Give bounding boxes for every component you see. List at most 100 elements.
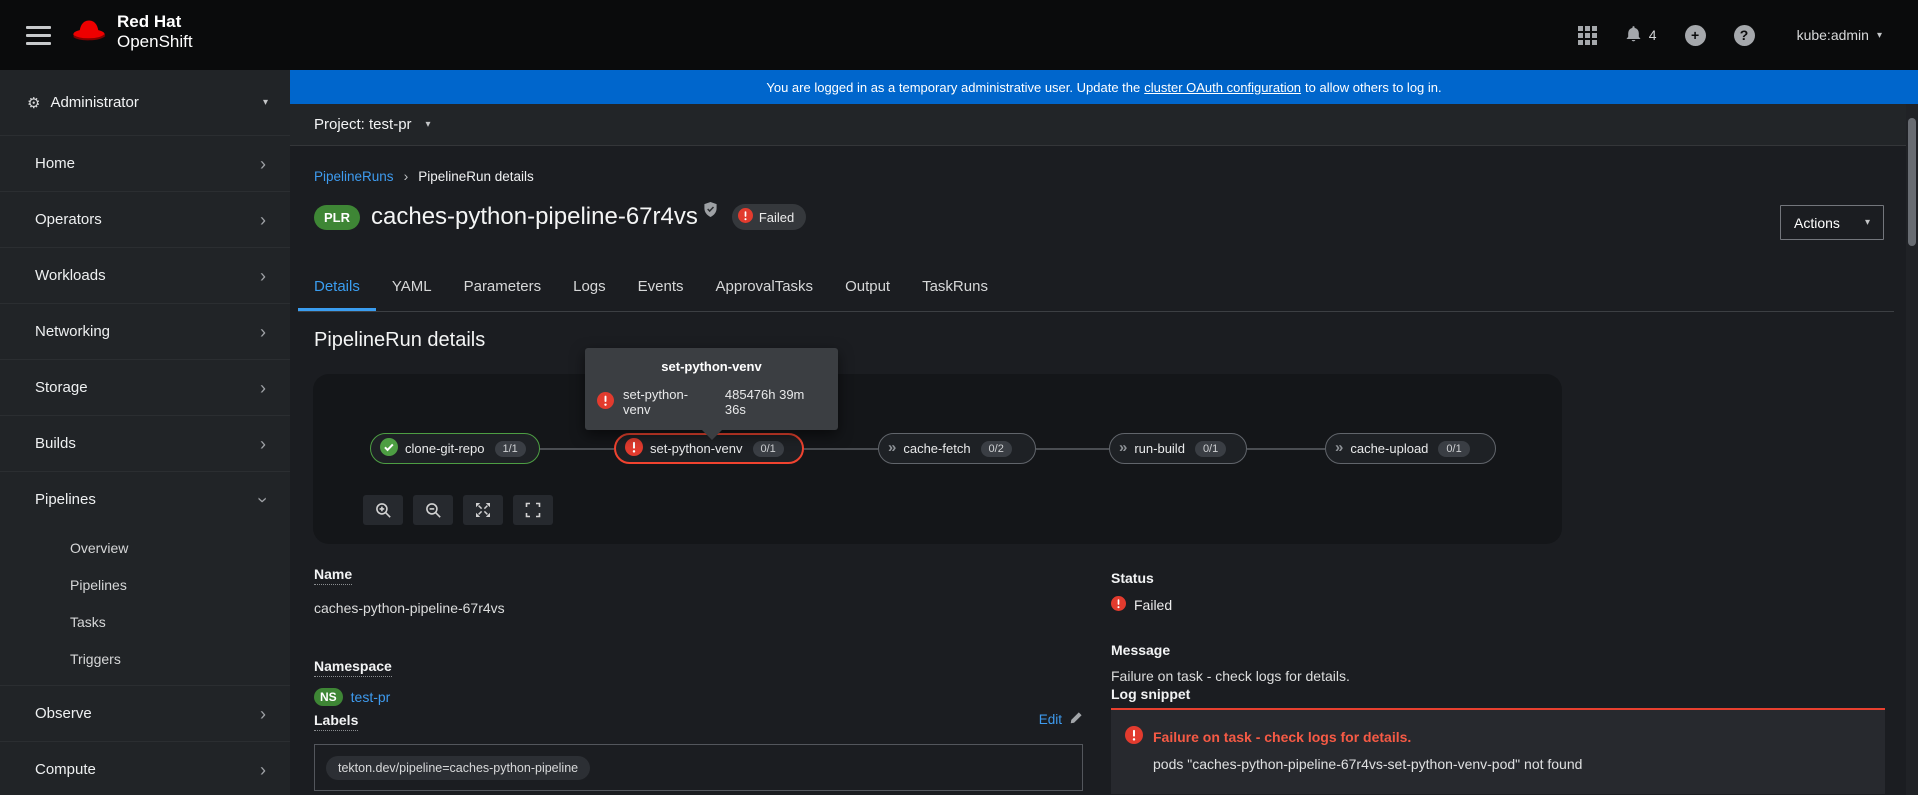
- task-node-cache-upload[interactable]: » cache-upload 0/1: [1325, 433, 1496, 464]
- quick-create-button[interactable]: +: [1684, 24, 1706, 46]
- tab-events[interactable]: Events: [622, 264, 700, 311]
- sidebar-item-label: Storage: [35, 379, 88, 396]
- task-node-clone-git-repo[interactable]: clone-git-repo 1/1: [370, 433, 540, 464]
- sidebar-item-pipelines-triggers[interactable]: Triggers: [0, 640, 290, 677]
- double-chevron-icon: »: [888, 439, 897, 456]
- masthead: Red Hat OpenShift 4 + ? kube:admin ▾: [0, 0, 1918, 70]
- pipeline-graph-panel: clone-git-repo 1/1 set-python-venv 0/1 »…: [313, 374, 1562, 544]
- notifications-button[interactable]: 4: [1625, 25, 1657, 45]
- exclamation-circle-icon: [737, 208, 753, 226]
- main-content: Project: test-pr ▾ PipelineRuns › Pipeli…: [290, 104, 1918, 795]
- brand-line-1: Red Hat: [117, 12, 182, 31]
- expand-arrows-button[interactable]: [463, 495, 503, 525]
- sidebar-item-builds[interactable]: Builds ›: [0, 415, 290, 471]
- project-selector-label: Project: test-pr: [314, 116, 412, 133]
- detail-tabs: Details YAML Parameters Logs Events Appr…: [298, 264, 1894, 312]
- scrollbar-thumb[interactable]: [1908, 118, 1916, 246]
- sidebar-item-label: Observe: [35, 705, 92, 722]
- chevron-right-icon: ›: [260, 433, 266, 454]
- tooltip-title: set-python-venv: [661, 359, 762, 374]
- caret-down-icon: ▾: [1864, 217, 1870, 228]
- exclamation-circle-icon: [625, 438, 643, 459]
- sidebar-item-pipelines-overview[interactable]: Overview: [0, 529, 290, 566]
- breadcrumb-pipelineruns-link[interactable]: PipelineRuns: [314, 169, 394, 184]
- sidebar-item-networking[interactable]: Networking ›: [0, 303, 290, 359]
- user-menu[interactable]: kube:admin ▾: [1797, 27, 1882, 43]
- help-button[interactable]: ?: [1733, 24, 1755, 46]
- project-selector[interactable]: Project: test-pr ▾: [290, 104, 1918, 146]
- task-node-run-build[interactable]: » run-build 0/1: [1109, 433, 1247, 464]
- tab-approvaltasks[interactable]: ApprovalTasks: [700, 264, 830, 311]
- labels-box: tekton.dev/pipeline=caches-python-pipeli…: [314, 744, 1083, 791]
- chevron-right-icon: ›: [260, 265, 266, 286]
- tab-taskruns[interactable]: TaskRuns: [906, 264, 1004, 311]
- sidebar-item-label: Builds: [35, 435, 76, 452]
- zoom-out-button[interactable]: [413, 495, 453, 525]
- scrollbar-track[interactable]: [1906, 104, 1918, 795]
- graph-edge: [539, 448, 614, 450]
- sidebar-item-pipelines-tasks[interactable]: Tasks: [0, 603, 290, 640]
- task-tooltip: set-python-venv set-python-venv 485476h …: [585, 348, 838, 440]
- tab-output[interactable]: Output: [829, 264, 906, 311]
- sidebar-nav-list: Home › Operators › Workloads › Networkin…: [0, 135, 290, 795]
- status-badge: Failed: [731, 204, 807, 230]
- question-icon: ?: [1739, 27, 1749, 43]
- zoom-in-button[interactable]: [363, 495, 403, 525]
- edit-labels-link[interactable]: Edit: [1039, 711, 1083, 728]
- chevron-right-icon: ›: [260, 703, 266, 724]
- notification-count: 4: [1648, 27, 1657, 43]
- fit-to-screen-button[interactable]: [513, 495, 553, 525]
- section-heading: PipelineRun details: [314, 329, 486, 351]
- perspective-switcher[interactable]: ⚙ Administrator ▾: [0, 70, 290, 135]
- labels-label: Labels: [314, 712, 359, 731]
- breadcrumb-separator-icon: ›: [403, 168, 409, 184]
- sidebar-item-workloads[interactable]: Workloads ›: [0, 247, 290, 303]
- sidebar-subitem-label: Triggers: [70, 650, 121, 667]
- username: kube:admin: [1796, 27, 1869, 43]
- tooltip-task-duration: 485476h 39m 36s: [724, 387, 805, 417]
- oauth-config-link[interactable]: cluster OAuth configuration: [1144, 80, 1301, 95]
- chevron-right-icon: ›: [260, 759, 266, 780]
- sidebar-item-observe[interactable]: Observe ›: [0, 685, 290, 741]
- name-value: caches-python-pipeline-67r4vs: [314, 600, 505, 616]
- exclamation-circle-icon: [597, 392, 614, 412]
- actions-label: Actions: [1794, 214, 1840, 231]
- sidebar-item-home[interactable]: Home ›: [0, 135, 290, 191]
- status-label: Status: [1111, 570, 1154, 586]
- sidebar-item-pipelines-pipelines[interactable]: Pipelines: [0, 566, 290, 603]
- namespace-row: NS test-pr: [314, 688, 390, 706]
- message-value: Failure on task - check logs for details…: [1111, 668, 1350, 684]
- redhat-openshift-logo[interactable]: Red Hat OpenShift: [70, 12, 193, 53]
- sidebar-item-pipelines[interactable]: Pipelines ›: [0, 471, 290, 527]
- tab-parameters[interactable]: Parameters: [448, 264, 558, 311]
- tab-yaml[interactable]: YAML: [376, 264, 448, 311]
- sidebar-subitem-label: Pipelines: [70, 576, 127, 593]
- sidebar-item-compute[interactable]: Compute ›: [0, 741, 290, 795]
- task-node-count: 0/2: [980, 440, 1012, 457]
- namespace-link[interactable]: test-pr: [351, 689, 391, 705]
- redhat-hat-icon: [70, 15, 108, 50]
- task-node-count: 0/1: [752, 440, 784, 457]
- chevron-right-icon: ›: [260, 209, 266, 230]
- sidebar-item-storage[interactable]: Storage ›: [0, 359, 290, 415]
- label-chip: tekton.dev/pipeline=caches-python-pipeli…: [326, 755, 591, 780]
- log-detail-text: pods "caches-python-pipeline-67r4vs-set-…: [1153, 756, 1583, 772]
- sidebar-subitem-label: Tasks: [70, 613, 106, 630]
- namespace-label: Namespace: [314, 658, 392, 677]
- exclamation-circle-icon: [1111, 596, 1126, 614]
- menu-toggle-icon[interactable]: [26, 26, 52, 50]
- caret-down-icon: ▾: [425, 119, 431, 130]
- brand-line-2: OpenShift: [117, 32, 193, 52]
- perspective-label: Administrator: [50, 94, 139, 111]
- sidebar-item-label: Networking: [35, 323, 111, 340]
- status-value-row: Failed: [1111, 596, 1172, 614]
- sidebar-item-operators[interactable]: Operators ›: [0, 191, 290, 247]
- breadcrumb-current: PipelineRun details: [418, 168, 534, 184]
- tab-details[interactable]: Details: [298, 264, 376, 311]
- message-label: Message: [1111, 642, 1171, 658]
- task-node-cache-fetch[interactable]: » cache-fetch 0/2: [878, 433, 1036, 464]
- chevron-right-icon: ›: [260, 377, 266, 398]
- app-launcher-icon[interactable]: [1577, 25, 1597, 45]
- tab-logs[interactable]: Logs: [557, 264, 622, 311]
- actions-menu-button[interactable]: Actions ▾: [1780, 205, 1884, 240]
